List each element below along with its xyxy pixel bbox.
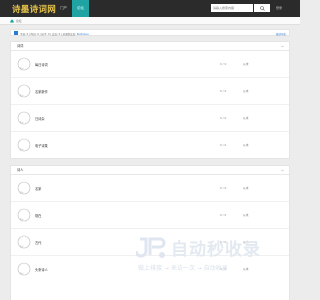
tab-portal[interactable]: 门户: [55, 0, 72, 17]
forum-bubble-icon: [17, 181, 31, 195]
forum-row[interactable]: 名家新作 0 / 0 从未: [11, 78, 289, 105]
watermark-title: 自动秒收录: [171, 240, 261, 260]
forum-last-post: 从未: [243, 143, 249, 147]
forum-name[interactable]: 电子诗集: [35, 143, 48, 148]
login-link[interactable]: 登录: [276, 6, 282, 10]
watermark: 自动秒收录 做上排接 → 来访一次 → 自动收录: [134, 233, 279, 278]
collapse-icon[interactable]: [281, 169, 284, 172]
forum-bubble-icon: [17, 111, 31, 125]
stats-bar: 今日: 0 | 昨日: 0 | 帖子: 0 | 会员: 0 | 欢迎新会员: P…: [10, 29, 290, 36]
forum-nav-link[interactable]: 版块导航: [276, 32, 286, 36]
forum-last-post: 从未: [243, 62, 249, 66]
forum-name[interactable]: 现在: [35, 213, 41, 218]
forum-name[interactable]: 名家: [35, 186, 41, 191]
section-poems: 诗词 每日诗词 0 / 0 从未 名家新作 0 / 0 从未 日诗杂 0 / 0…: [10, 41, 290, 159]
forum-name[interactable]: 头条诗人: [35, 267, 48, 272]
rss-icon[interactable]: [14, 31, 18, 36]
forum-bubble-icon: [17, 208, 31, 222]
forum-bubble-icon: [17, 235, 31, 249]
forum-count: 0 / 0: [220, 62, 227, 66]
forum-bubble-icon: [17, 138, 31, 152]
forum-last-post: 从未: [243, 116, 249, 120]
search-input[interactable]: [211, 4, 253, 12]
forum-count: 0 / 0: [220, 89, 227, 93]
forum-last-post: 从未: [243, 186, 249, 190]
search-button[interactable]: [254, 4, 270, 12]
watermark-logo-icon: [136, 237, 166, 258]
site-logo[interactable]: 诗墨诗词网: [12, 3, 56, 15]
forum-name[interactable]: 每日诗词: [35, 62, 48, 67]
forum-name[interactable]: 日诗杂: [35, 116, 45, 121]
forum-count: 0 / 0: [220, 186, 227, 190]
section-title[interactable]: 诗人: [11, 166, 289, 175]
watermark-subtitle: 做上排接 → 来访一次 → 自动收录: [138, 265, 228, 272]
forum-name[interactable]: 名家新作: [35, 89, 48, 94]
forum-bubble-icon: [17, 262, 31, 276]
forum-name[interactable]: 古代: [35, 240, 41, 245]
stats-counts: 今日: 0 | 昨日: 0 | 帖子: 0 | 会员: 0 | 欢迎新会员:: [20, 32, 76, 36]
forum-row[interactable]: 每日诗词 0 / 0 从未: [11, 51, 289, 78]
home-icon[interactable]: [10, 18, 14, 23]
collapse-icon[interactable]: [281, 45, 284, 48]
forum-row[interactable]: 电子诗集 0 / 0 从未: [11, 132, 289, 158]
new-member-link[interactable]: PanfuGou: [77, 33, 89, 36]
forum-count: 0 / 0: [220, 213, 227, 217]
search-icon: [259, 5, 265, 11]
tab-forum[interactable]: 论坛: [72, 0, 89, 17]
forum-bubble-icon: [17, 57, 31, 71]
forum-bubble-icon: [17, 84, 31, 98]
forum-row[interactable]: 日诗杂 0 / 0 从未: [11, 105, 289, 132]
forum-last-post: 从未: [243, 213, 249, 217]
section-title[interactable]: 诗词: [11, 42, 289, 51]
forum-count: 0 / 0: [220, 143, 227, 147]
forum-row[interactable]: 名家 0 / 0 从未: [11, 175, 289, 202]
breadcrumb[interactable]: 论坛: [16, 19, 22, 23]
top-navbar: 诗墨诗词网 门户 论坛 登录: [0, 0, 300, 17]
forum-row[interactable]: 现在 0 / 0 从未: [11, 202, 289, 229]
forum-count: 0 / 0: [220, 116, 227, 120]
forum-last-post: 从未: [243, 89, 249, 93]
breadcrumb-bar: 论坛: [0, 17, 300, 25]
forum-stats: 今日: 0 | 昨日: 0 | 帖子: 0 | 会员: 0 | 欢迎新会员: P…: [20, 32, 89, 36]
